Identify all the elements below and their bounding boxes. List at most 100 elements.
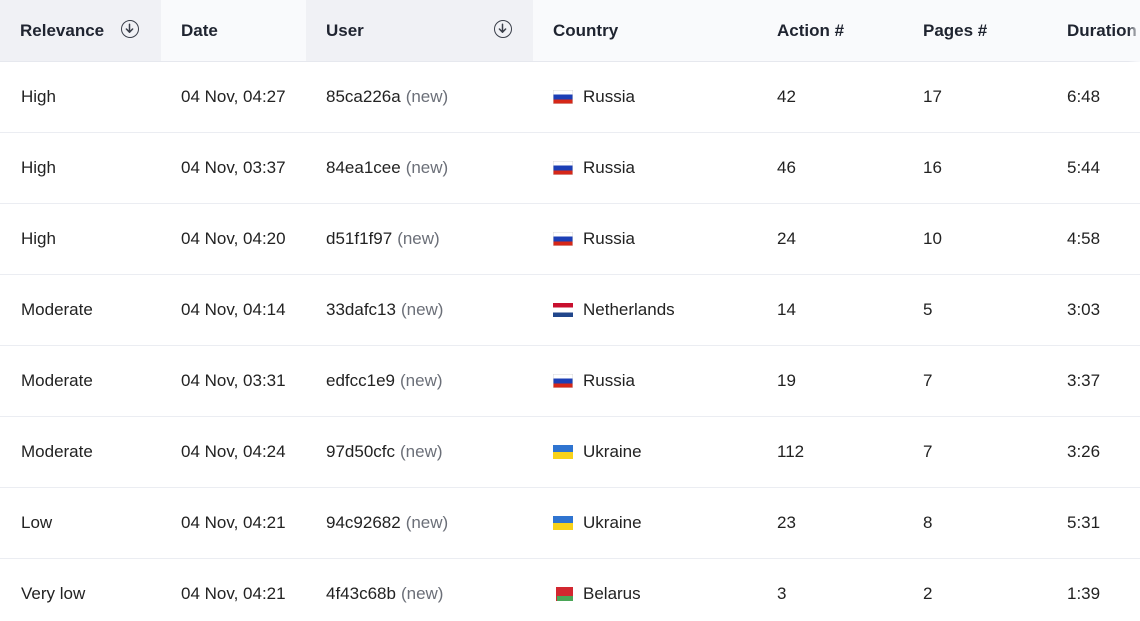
flag-russia-icon [553, 90, 573, 104]
date-cell: 04 Nov, 04:20 [181, 229, 286, 248]
actions-cell: 14 [777, 300, 796, 319]
country-cell: Russia [553, 62, 635, 132]
pages-cell: 7 [923, 442, 933, 461]
user-id[interactable]: 33dafc13 [326, 300, 396, 320]
relevance-cell: High [21, 87, 56, 106]
column-header-pages[interactable]: Pages # [903, 0, 1047, 61]
user-id[interactable]: 85ca226a [326, 87, 401, 107]
user-cell: 4f43c68b (new) [326, 559, 443, 621]
column-label-relevance: Relevance [20, 20, 105, 40]
pages-cell: 17 [923, 87, 942, 106]
user-cell: 85ca226a (new) [326, 62, 448, 132]
country-cell: Ukraine [553, 488, 642, 558]
duration-cell: 4:58 [1067, 229, 1101, 248]
user-cell: 97d50cfc (new) [326, 417, 443, 487]
pages-cell: 5 [923, 300, 933, 319]
flag-russia-icon [553, 161, 573, 175]
user-cell: 33dafc13 (new) [326, 275, 443, 345]
new-user-tag: (new) [400, 300, 444, 319]
user-id[interactable]: edfcc1e9 [326, 371, 395, 391]
actions-cell: 24 [777, 229, 796, 248]
flag-ukraine-icon [553, 516, 573, 530]
country-name: Belarus [583, 584, 641, 603]
country-name: Russia [583, 87, 635, 106]
sort-desc-icon[interactable] [494, 20, 512, 38]
country-name: Ukraine [583, 442, 642, 461]
country-cell: Ukraine [553, 417, 642, 487]
column-header-duration[interactable]: Duration [1047, 0, 1140, 61]
column-header-date[interactable]: Date [161, 0, 306, 61]
country-cell: Netherlands [553, 275, 675, 345]
pages-cell: 7 [923, 371, 933, 390]
table-row[interactable]: High 04 Nov, 04:27 85ca226a (new) Russia 42 17… [0, 62, 1140, 133]
country-name: Russia [583, 371, 635, 390]
pages-cell: 2 [923, 584, 933, 603]
new-user-tag: (new) [397, 229, 440, 248]
user-cell: 84ea1cee (new) [326, 133, 448, 203]
table-row[interactable]: Moderate 04 Nov, 04:14 33dafc13 (new) Nether… [0, 275, 1140, 346]
date-cell: 04 Nov, 04:14 [181, 300, 286, 319]
column-label-country: Country [553, 20, 619, 40]
user-id[interactable]: 4f43c68b [326, 584, 396, 604]
column-header-relevance[interactable]: Relevance [0, 0, 161, 61]
flag-russia-icon [553, 374, 573, 388]
actions-cell: 42 [777, 87, 796, 106]
country-name: Russia [583, 229, 635, 248]
country-cell: Russia [553, 346, 635, 416]
new-user-tag: (new) [405, 87, 449, 106]
country-cell: Russia [553, 133, 635, 203]
new-user-tag: (new) [400, 442, 443, 461]
country-cell: Belarus [553, 559, 641, 621]
country-name: Netherlands [583, 300, 675, 319]
user-id[interactable]: d51f1f97 [326, 229, 392, 249]
actions-cell: 23 [777, 513, 796, 532]
table-row[interactable]: Moderate 04 Nov, 04:24 97d50cfc (new) Ukrain… [0, 417, 1140, 488]
date-cell: 04 Nov, 04:21 [181, 513, 286, 532]
actions-cell: 19 [777, 371, 796, 390]
user-id[interactable]: 94c92682 [326, 513, 401, 533]
sort-desc-icon[interactable] [121, 20, 139, 38]
duration-cell: 3:37 [1067, 371, 1101, 390]
flag-ukraine-icon [553, 445, 573, 459]
new-user-tag: (new) [405, 513, 449, 532]
relevance-cell: Low [21, 513, 53, 532]
relevance-cell: Moderate [21, 300, 93, 319]
duration-cell: 6:48 [1067, 87, 1101, 106]
pages-cell: 10 [923, 229, 942, 248]
column-header-user[interactable]: User [306, 0, 533, 61]
table-row[interactable]: High 04 Nov, 04:20 d51f1f97 (new) Russia 24 10… [0, 204, 1140, 275]
duration-cell: 1:39 [1067, 584, 1101, 603]
relevance-cell: High [21, 158, 56, 177]
relevance-cell: High [21, 229, 56, 248]
column-header-country[interactable]: Country [533, 0, 757, 61]
relevance-cell: Moderate [21, 442, 93, 461]
user-cell: 94c92682 (new) [326, 488, 448, 558]
table-row[interactable]: Very low 04 Nov, 04:21 4f43c68b (new) Belaru… [0, 559, 1140, 621]
date-cell: 04 Nov, 04:27 [181, 87, 286, 106]
country-name: Ukraine [583, 513, 642, 532]
user-cell: edfcc1e9 (new) [326, 346, 443, 416]
user-cell: d51f1f97 (new) [326, 204, 440, 274]
country-name: Russia [583, 158, 635, 177]
column-label-actions: Action # [777, 20, 845, 40]
duration-cell: 3:03 [1067, 300, 1101, 319]
date-cell: 04 Nov, 04:21 [181, 584, 286, 603]
column-label-duration: Duration [1067, 20, 1137, 40]
user-id[interactable]: 97d50cfc [326, 442, 395, 462]
user-id[interactable]: 84ea1cee [326, 158, 401, 178]
flag-belarus-icon [553, 587, 573, 601]
actions-cell: 3 [777, 584, 787, 603]
new-user-tag: (new) [400, 371, 443, 390]
table-row[interactable]: High 04 Nov, 03:37 84ea1cee (new) Russia 46 16… [0, 133, 1140, 204]
duration-cell: 5:31 [1067, 513, 1101, 532]
column-label-user: User [326, 20, 364, 40]
new-user-tag: (new) [400, 584, 444, 603]
relevance-cell: Moderate [21, 371, 93, 390]
relevance-cell: Very low [21, 584, 86, 603]
duration-cell: 3:26 [1067, 442, 1101, 461]
table-row[interactable]: Moderate 04 Nov, 03:31 edfcc1e9 (new) Russia… [0, 346, 1140, 417]
table-row[interactable]: Low 04 Nov, 04:21 94c92682 (new) Ukraine 23 8 5… [0, 488, 1140, 559]
flag-russia-icon [553, 232, 573, 246]
date-cell: 04 Nov, 03:31 [181, 371, 286, 390]
column-header-actions[interactable]: Action # [757, 0, 903, 61]
